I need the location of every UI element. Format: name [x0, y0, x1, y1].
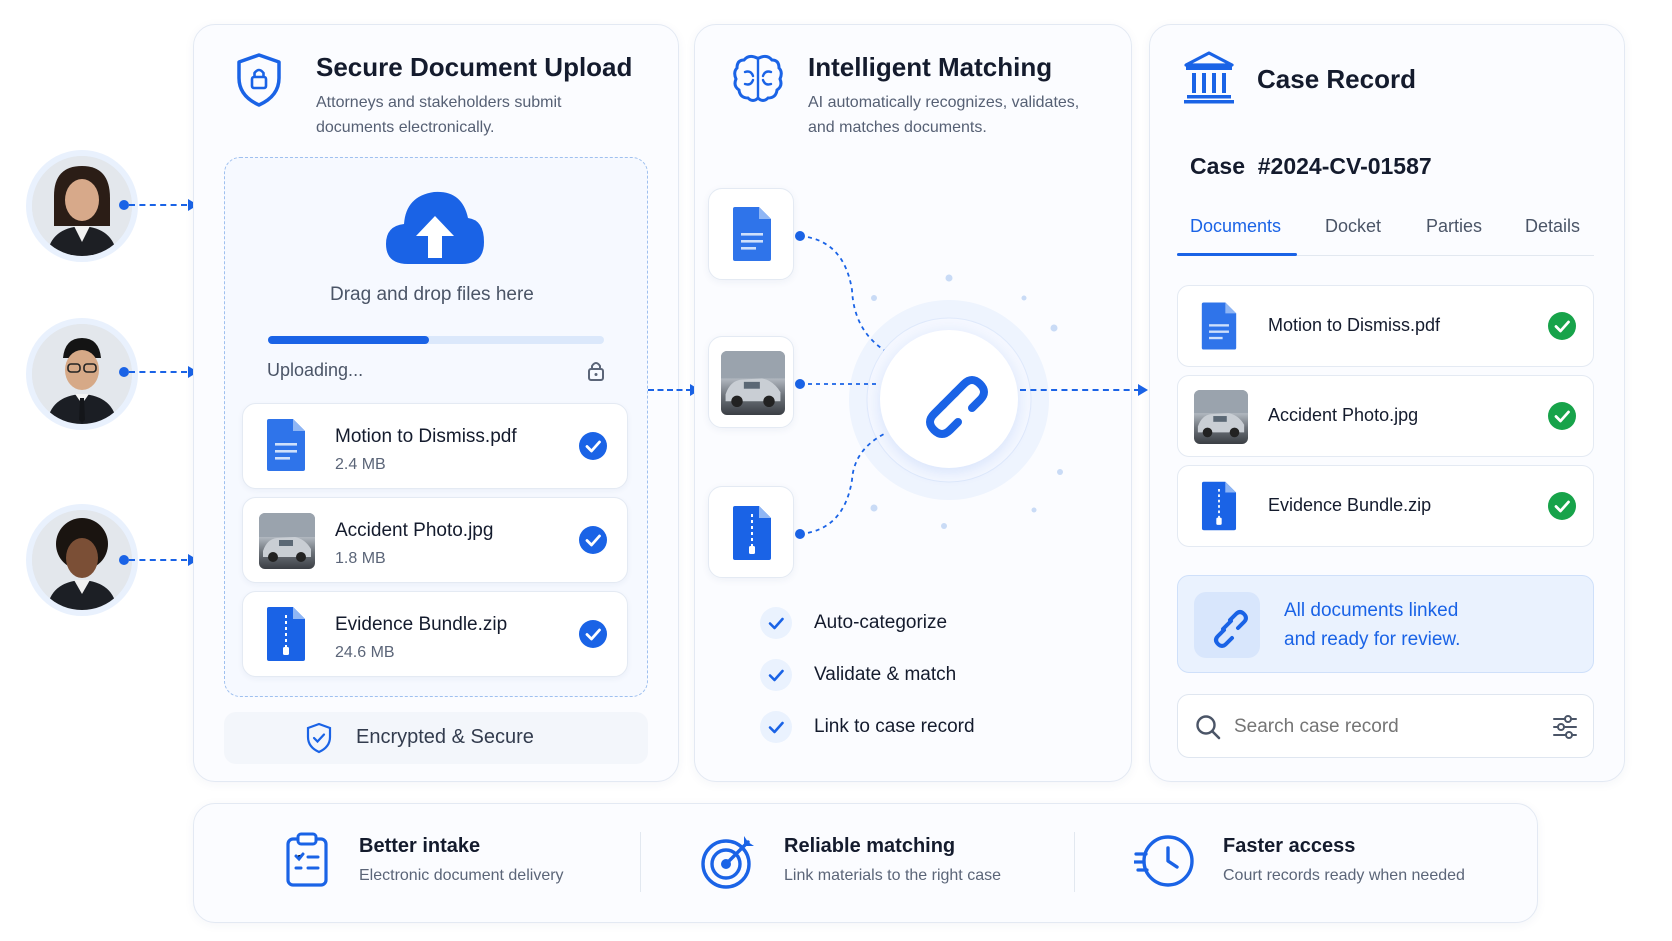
matching-subtitle-line-1: AI automatically recognizes, validates,	[808, 94, 1080, 111]
banner-line-1: All documents linked	[1284, 600, 1459, 621]
step-check-icon	[760, 659, 792, 691]
benefits-bar	[193, 803, 1538, 923]
case-number: Case #2024-CV-01587	[1190, 153, 1432, 179]
verified-check-icon	[1548, 312, 1576, 340]
connector-line	[1020, 389, 1140, 391]
file-name: Motion to Dismiss.pdf	[335, 426, 517, 447]
photo-thumbnail	[259, 513, 315, 569]
case-search-box[interactable]	[1177, 694, 1594, 758]
case-document-name: Motion to Dismiss.pdf	[1268, 315, 1441, 335]
clock-icon	[1132, 832, 1196, 895]
photo-thumbnail	[1194, 390, 1248, 444]
file-name: Accident Photo.jpg	[335, 520, 494, 541]
upload-file-row[interactable]: Accident Photo.jpg 1.8 MB	[242, 497, 628, 583]
connector-line	[648, 389, 692, 391]
upload-progress-bar	[268, 336, 430, 344]
benefit-title: Reliable matching	[784, 835, 956, 857]
benefit-title: Better intake	[359, 835, 481, 857]
upload-file-row[interactable]: Evidence Bundle.zip 24.6 MB	[242, 591, 628, 677]
matching-subtitle-line-2: and matches documents.	[808, 119, 987, 136]
brain-icon	[733, 52, 783, 109]
linked-status-banner: All documents linked and ready for revie…	[1177, 575, 1594, 673]
step-check-icon	[760, 711, 792, 743]
benefits-divider	[640, 832, 641, 892]
matching-doc-tile	[708, 336, 794, 428]
pdf-file-icon	[265, 417, 307, 478]
zip-file-icon	[731, 503, 773, 568]
case-document-row[interactable]: Accident Photo.jpg	[1177, 375, 1594, 457]
upload-file-row[interactable]: Motion to Dismiss.pdf 2.4 MB	[242, 403, 628, 489]
tab-docket[interactable]: Docket	[1325, 216, 1381, 237]
encrypted-label: Encrypted & Secure	[356, 726, 534, 748]
tab-parties[interactable]: Parties	[1426, 216, 1482, 237]
matching-doc-tile	[708, 188, 794, 280]
connector-dot	[119, 555, 129, 565]
file-size: 2.4 MB	[335, 456, 386, 473]
benefit-title: Faster access	[1223, 835, 1356, 857]
filter-icon[interactable]	[1551, 713, 1579, 746]
pdf-file-icon	[1200, 300, 1238, 357]
step-check-icon	[760, 607, 792, 639]
upload-complete-check-icon	[579, 432, 607, 460]
zip-file-icon	[1200, 480, 1238, 537]
lock-icon	[587, 360, 605, 387]
step-label: Validate & match	[814, 664, 957, 685]
cloud-upload-icon[interactable]	[382, 186, 488, 273]
upload-title: Secure Document Upload	[316, 52, 633, 82]
connector-line	[129, 559, 187, 561]
matching-doc-tile	[708, 486, 794, 578]
file-name: Evidence Bundle.zip	[335, 614, 508, 635]
upload-complete-check-icon	[579, 620, 607, 648]
zip-file-icon	[265, 605, 307, 668]
pdf-file-icon	[731, 205, 773, 268]
upload-subtitle-line-2: documents electronically.	[316, 119, 495, 136]
verified-check-icon	[1548, 402, 1576, 430]
connector-line	[129, 204, 187, 206]
shield-check-icon	[306, 722, 332, 759]
benefit-subtitle: Link materials to the right case	[784, 867, 1001, 884]
case-document-row[interactable]: Evidence Bundle.zip	[1177, 465, 1594, 547]
case-document-name: Evidence Bundle.zip	[1268, 495, 1432, 515]
case-document-name: Accident Photo.jpg	[1268, 405, 1419, 425]
active-tab-indicator	[1177, 253, 1297, 256]
search-icon	[1194, 713, 1222, 746]
case-document-row[interactable]: Motion to Dismiss.pdf	[1177, 285, 1594, 367]
upload-subtitle-line-1: Attorneys and stakeholders submit	[316, 94, 562, 111]
verified-check-icon	[1548, 492, 1576, 520]
upload-status: Uploading...	[267, 360, 364, 380]
shield-lock-icon	[235, 52, 283, 113]
step-label: Auto-categorize	[814, 612, 948, 633]
benefit-subtitle: Court records ready when needed	[1223, 867, 1465, 884]
file-size: 24.6 MB	[335, 644, 395, 661]
upload-complete-check-icon	[579, 526, 607, 554]
courthouse-icon	[1183, 50, 1235, 109]
link-icon	[1194, 592, 1260, 658]
tab-details[interactable]: Details	[1525, 216, 1580, 237]
target-icon	[700, 832, 758, 895]
link-icon	[910, 360, 988, 443]
search-input[interactable]	[1234, 711, 1534, 743]
benefits-divider	[1074, 832, 1075, 892]
photo-thumbnail	[721, 351, 785, 415]
benefit-subtitle: Electronic document delivery	[359, 867, 564, 884]
case-record-title: Case Record	[1257, 64, 1416, 94]
matching-title: Intelligent Matching	[808, 52, 1053, 82]
connector-dot	[119, 200, 129, 210]
clipboard-icon	[285, 832, 329, 893]
connector-line	[129, 371, 187, 373]
drop-label: Drag and drop files here	[330, 284, 534, 305]
tab-documents[interactable]: Documents	[1190, 216, 1281, 237]
banner-line-2: and ready for review.	[1284, 629, 1461, 650]
connector-dot	[119, 367, 129, 377]
connector-arrow	[1138, 384, 1148, 396]
step-label: Link to case record	[814, 716, 975, 737]
file-size: 1.8 MB	[335, 550, 386, 567]
